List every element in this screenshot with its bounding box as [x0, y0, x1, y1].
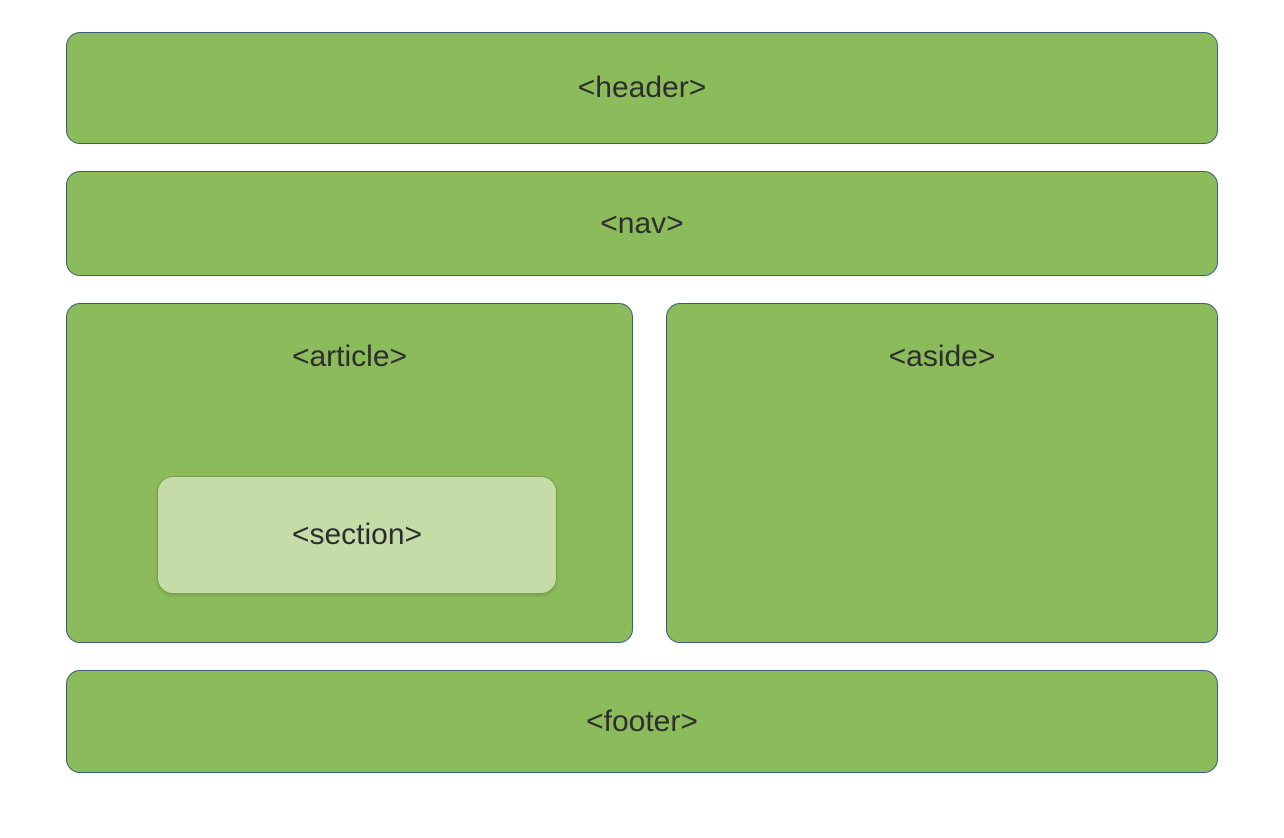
article-label: <article> [292, 340, 407, 374]
nav-element-box: <nav> [66, 171, 1218, 276]
section-element-box: <section> [157, 476, 557, 594]
aside-label: <aside> [889, 340, 996, 374]
article-element-box: <article> <section> [66, 303, 633, 643]
header-element-box: <header> [66, 32, 1218, 144]
header-label: <header> [578, 71, 706, 105]
footer-label: <footer> [586, 705, 698, 739]
aside-element-box: <aside> [666, 303, 1218, 643]
middle-row: <article> <section> <aside> [66, 303, 1218, 643]
section-label: <section> [292, 518, 422, 552]
footer-element-box: <footer> [66, 670, 1218, 773]
nav-label: <nav> [600, 207, 683, 241]
